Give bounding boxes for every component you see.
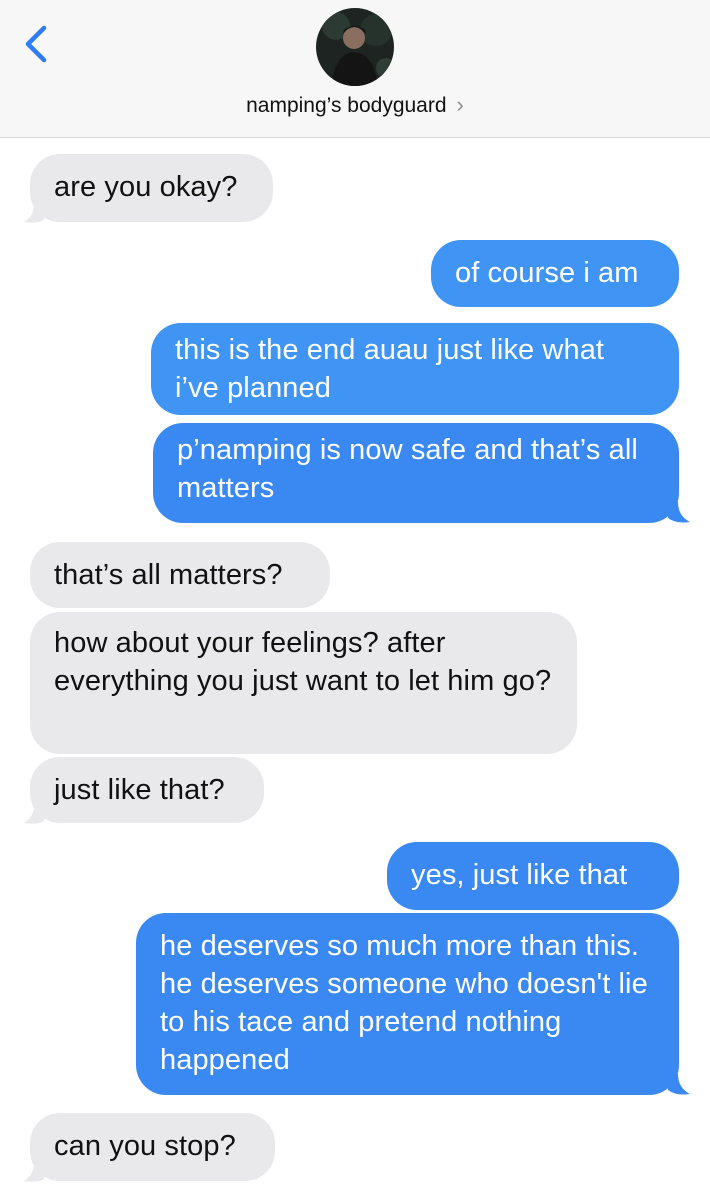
- chevron-right-icon: ›: [456, 92, 464, 117]
- bubble-tail: [24, 805, 44, 824]
- conversation-header: namping’s bodyguard ›: [0, 0, 710, 138]
- incoming-message[interactable]: just like that?: [30, 757, 264, 823]
- chevron-left-icon[interactable]: [20, 24, 54, 64]
- incoming-message[interactable]: can you stop?: [30, 1113, 275, 1181]
- outgoing-message[interactable]: yes, just like that: [387, 842, 679, 910]
- bubble-tail: [668, 502, 690, 523]
- outgoing-message[interactable]: of course i am: [431, 240, 679, 307]
- incoming-message[interactable]: that’s all matters?: [30, 542, 330, 608]
- outgoing-message[interactable]: he deserves so much more than this. he d…: [136, 913, 679, 1095]
- outgoing-message[interactable]: p’namping is now safe and that’s all mat…: [153, 423, 679, 523]
- incoming-message[interactable]: are you okay?: [30, 154, 273, 222]
- incoming-message[interactable]: how about your feelings? after everythin…: [30, 612, 577, 754]
- contact-name-button[interactable]: namping’s bodyguard ›: [0, 92, 710, 118]
- bubble-tail: [24, 204, 44, 223]
- outgoing-message[interactable]: this is the end auau just like what i’ve…: [151, 323, 679, 415]
- bubble-tail: [24, 1163, 44, 1182]
- contact-name: namping’s bodyguard: [246, 94, 447, 117]
- bubble-tail: [668, 1074, 690, 1095]
- avatar[interactable]: [316, 8, 394, 86]
